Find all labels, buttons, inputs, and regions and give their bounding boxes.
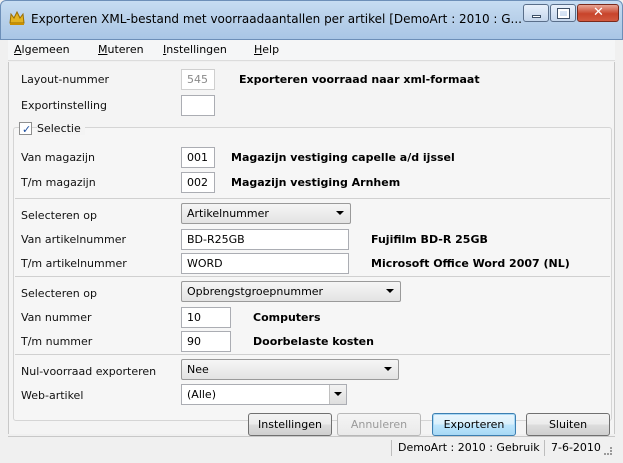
dropdown-button[interactable] — [329, 385, 346, 404]
status-date: 7-6-2010 — [544, 440, 605, 456]
divider — [15, 198, 610, 199]
export-button[interactable]: Exporteren — [432, 413, 516, 436]
from-warehouse-desc: Magazijn vestiging capelle a/d ijssel — [231, 151, 455, 164]
to-number-label: T/m nummer — [21, 335, 93, 348]
from-article-field[interactable]: BD-R25GB — [181, 229, 349, 250]
to-number-desc: Doorbelaste kosten — [253, 335, 374, 348]
minimize-icon — [532, 15, 541, 18]
settings-button[interactable]: Instellingen — [248, 413, 332, 436]
layout-description: Exporteren voorraad naar xml-formaat — [239, 73, 480, 86]
chevron-down-icon — [386, 289, 394, 293]
divider — [15, 354, 610, 355]
to-article-label: T/m artikelnummer — [21, 257, 127, 270]
maximize-button[interactable] — [550, 4, 576, 22]
menu-algemeen[interactable]: Algemeen — [14, 43, 70, 56]
export-button-label: Exporteren — [443, 418, 505, 431]
status-context: DemoArt : 2010 : Gebruik — [391, 440, 544, 456]
to-warehouse-field[interactable]: 002 — [181, 172, 215, 193]
cancel-button-label: Annuleren — [350, 418, 408, 431]
settings-button-label: Instellingen — [258, 418, 322, 431]
web-article-value: (Alle) — [187, 388, 216, 401]
to-number-field[interactable]: 90 — [181, 331, 231, 352]
checkmark-icon: ✓ — [22, 123, 32, 136]
minimize-button[interactable] — [523, 4, 549, 22]
zero-stock-value: Nee — [187, 363, 209, 376]
maximize-icon — [557, 8, 570, 19]
to-article-field[interactable]: WORD — [181, 253, 349, 274]
menu-help[interactable]: Help — [254, 43, 279, 56]
from-number-label: Van nummer — [21, 311, 92, 324]
menu-muteren[interactable]: Muteren — [98, 43, 144, 56]
select-by-label-2: Selecteren op — [21, 287, 97, 300]
window-title: Exporteren XML-bestand met voorraadaanta… — [31, 12, 522, 26]
resize-grip-icon[interactable] — [604, 447, 612, 455]
select-by-label-1: Selecteren op — [21, 209, 97, 222]
form-panel: Layout-nummer 545 Exporteren voorraad na… — [8, 62, 615, 436]
chevron-down-icon — [334, 392, 342, 396]
from-article-label: Van artikelnummer — [21, 233, 126, 246]
close-button[interactable]: ✕ — [577, 4, 619, 22]
chevron-down-icon — [384, 367, 392, 371]
layout-number-label: Layout-nummer — [21, 73, 110, 86]
select-by-dropdown-2[interactable]: Opbrengstgroepnummer — [181, 281, 401, 302]
close-dialog-button-label: Sluiten — [548, 418, 588, 431]
menu-bar: Algemeen Muteren Instellingen Help — [8, 40, 615, 61]
cancel-button[interactable]: Annuleren — [337, 413, 421, 436]
close-dialog-button[interactable]: Sluiten — [526, 413, 610, 436]
menu-instellingen[interactable]: Instellingen — [163, 43, 227, 56]
export-setting-label: Exportinstelling — [21, 99, 107, 112]
status-bar: DemoArt : 2010 : Gebruik 7-6-2010 — [8, 436, 615, 458]
close-icon: ✕ — [593, 5, 604, 20]
zero-stock-dropdown[interactable]: Nee — [181, 359, 399, 380]
from-warehouse-field[interactable]: 001 — [181, 147, 215, 168]
to-warehouse-desc: Magazijn vestiging Arnhem — [231, 176, 401, 189]
selection-label: Selectie — [37, 122, 85, 135]
from-number-field[interactable]: 10 — [181, 307, 231, 328]
to-warehouse-label: T/m magazijn — [21, 176, 96, 189]
select-by-value-2: Opbrengstgroepnummer — [187, 285, 324, 298]
from-warehouse-label: Van magazijn — [21, 151, 95, 164]
selection-checkbox[interactable]: ✓ — [19, 122, 32, 136]
web-article-dropdown[interactable]: (Alle) — [181, 384, 347, 405]
select-by-value-1: Artikelnummer — [187, 207, 269, 220]
from-article-desc: Fujifilm BD-R 25GB — [371, 233, 488, 246]
to-article-desc: Microsoft Office Word 2007 (NL) — [371, 257, 570, 270]
chevron-down-icon — [336, 211, 344, 215]
select-by-dropdown-1[interactable]: Artikelnummer — [181, 203, 351, 224]
zero-stock-label: Nul-voorraad exporteren — [21, 365, 157, 378]
divider — [15, 276, 610, 277]
layout-number-field[interactable]: 545 — [181, 69, 215, 90]
export-setting-field[interactable] — [181, 95, 215, 116]
web-article-label: Web-artikel — [21, 389, 84, 402]
title-bar[interactable]: Exporteren XML-bestand met voorraadaanta… — [0, 0, 623, 40]
from-number-desc: Computers — [253, 311, 321, 324]
app-crown-icon — [9, 10, 25, 25]
